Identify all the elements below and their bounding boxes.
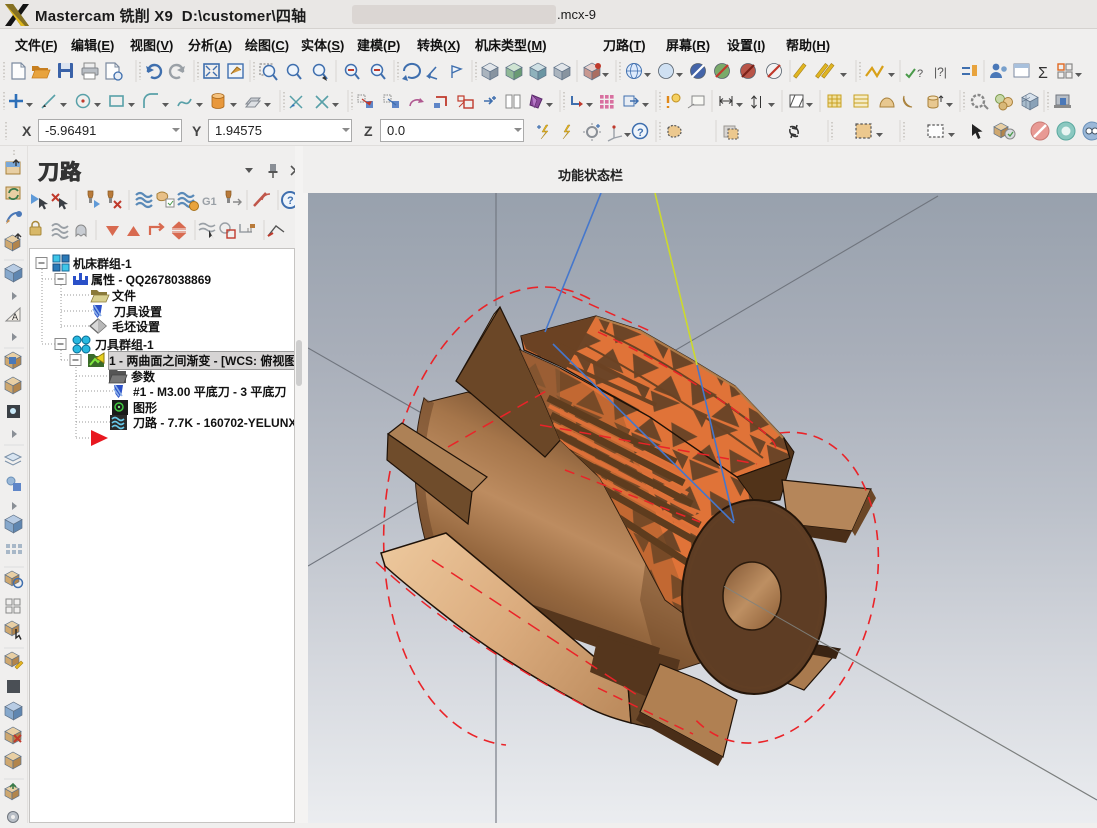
svg-text:?: ? — [637, 127, 644, 139]
svg-text:|?|: |?| — [934, 65, 947, 79]
svg-text:?: ? — [917, 68, 923, 80]
svg-text:Σ: Σ — [1038, 65, 1048, 82]
svg-text:A: A — [12, 312, 18, 322]
svg-text:?: ? — [287, 195, 294, 207]
svg-text:G1: G1 — [202, 196, 217, 208]
